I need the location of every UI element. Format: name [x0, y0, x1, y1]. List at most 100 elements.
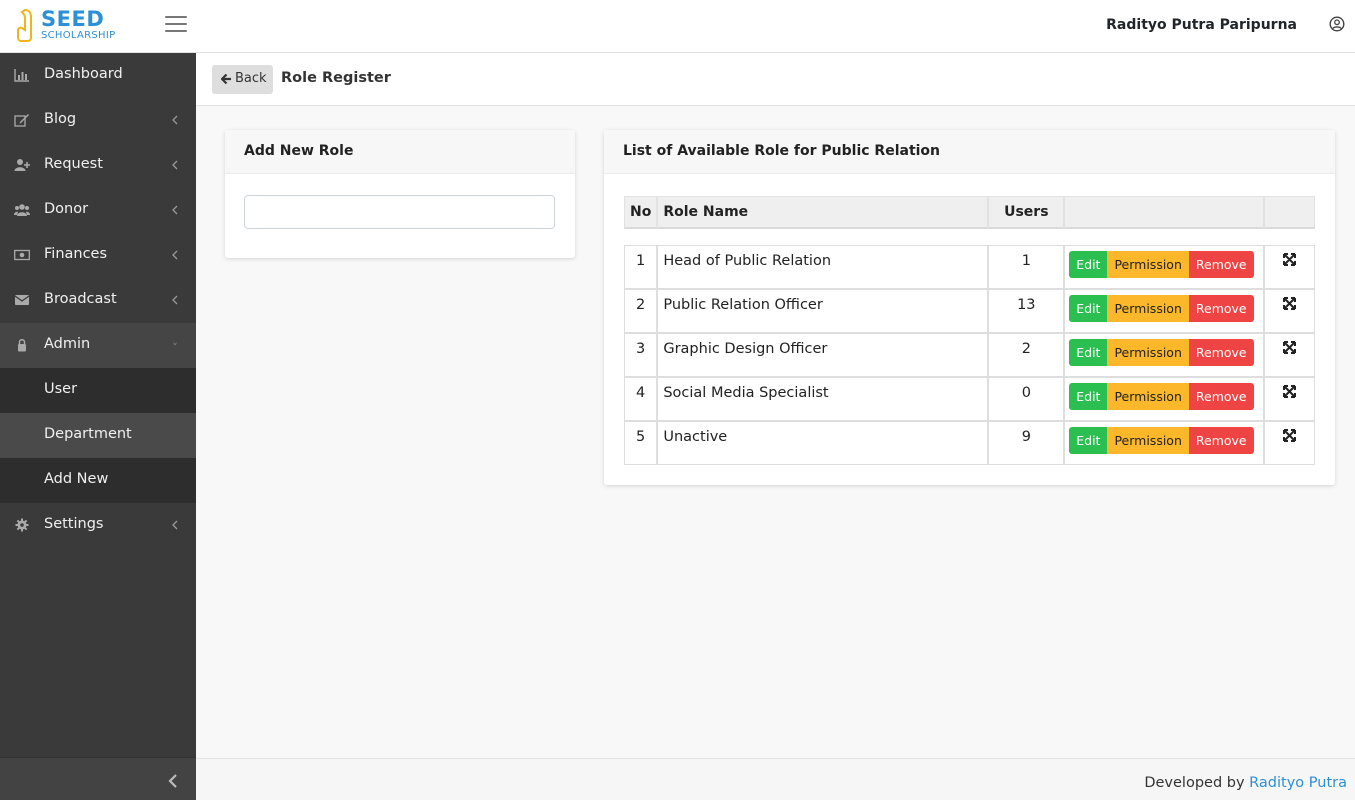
expand-icon[interactable] — [1283, 253, 1297, 266]
back-button[interactable]: Back — [212, 65, 273, 94]
col-header-users[interactable]: Users — [988, 196, 1065, 229]
row-expand-cell — [1264, 245, 1315, 289]
collapse-sidebar-icon[interactable] — [168, 773, 178, 789]
edit-button[interactable]: Edit — [1069, 383, 1108, 410]
chevron-left-icon — [172, 115, 178, 125]
sidebar-item-label: Dashboard — [44, 66, 123, 82]
chevron-down-icon — [173, 342, 177, 346]
footer-credit: Developed by Radityo Putra — [1144, 775, 1347, 791]
back-button-label: Back — [235, 71, 267, 86]
table-row: 3 Graphic Design Officer 2 Edit Permissio… — [624, 333, 1315, 377]
app-logo[interactable]: SEED SCHOLARSHIP — [16, 6, 126, 46]
col-header-expand — [1264, 196, 1315, 229]
edit-icon — [14, 114, 29, 127]
expand-icon[interactable] — [1283, 385, 1297, 398]
card-header: Add New Role — [225, 130, 575, 174]
remove-button[interactable]: Remove — [1188, 295, 1254, 322]
money-icon — [14, 249, 30, 261]
row-expand-cell — [1264, 421, 1315, 465]
row-expand-cell — [1264, 289, 1315, 333]
chevron-left-icon — [172, 295, 178, 305]
sidebar-item-blog[interactable]: Blog — [0, 98, 196, 143]
seed-logo-icon — [17, 8, 32, 42]
sidebar-item-label: Request — [44, 156, 103, 172]
envelope-icon — [14, 295, 30, 305]
chevron-left-icon — [172, 520, 178, 530]
row-number: 1 — [624, 245, 658, 289]
user-circle-icon[interactable] — [1329, 16, 1345, 32]
remove-button[interactable]: Remove — [1188, 383, 1254, 410]
table-header-row: No Role Name Users — [624, 196, 1315, 229]
sidebar-item-broadcast[interactable]: Broadcast — [0, 278, 196, 323]
role-name: Unactive — [657, 421, 989, 465]
col-header-role-name[interactable]: Role Name — [657, 196, 989, 229]
sidebar: Dashboard Blog Request Donor Finances Br… — [0, 53, 196, 800]
remove-button[interactable]: Remove — [1188, 339, 1254, 366]
sidebar-subitem-label: Add New — [44, 471, 109, 487]
row-actions: Edit Permission Remove — [1064, 421, 1265, 465]
lock-icon — [18, 339, 26, 352]
sidebar-item-request[interactable]: Request — [0, 143, 196, 188]
row-actions: Edit Permission Remove — [1064, 377, 1265, 421]
role-table: No Role Name Users 1 Head of Public Rela… — [624, 196, 1315, 465]
bar-chart-icon — [14, 69, 29, 82]
row-actions: Edit Permission Remove — [1064, 289, 1265, 333]
edit-button[interactable]: Edit — [1069, 427, 1108, 454]
role-name: Graphic Design Officer — [657, 333, 989, 377]
expand-icon[interactable] — [1283, 429, 1297, 442]
row-expand-cell — [1264, 333, 1315, 377]
add-role-card: Add New Role — [225, 130, 575, 258]
sidebar-item-settings[interactable]: Settings — [0, 503, 196, 548]
user-count: 13 — [988, 289, 1065, 333]
menu-toggle-icon[interactable] — [165, 16, 187, 36]
role-list-card: List of Available Role for Public Relati… — [604, 130, 1335, 485]
col-header-actions — [1064, 196, 1265, 229]
expand-icon[interactable] — [1283, 341, 1297, 354]
sidebar-subitem-label: Department — [44, 426, 132, 442]
permission-button[interactable]: Permission — [1107, 295, 1189, 322]
table-row: 4 Social Media Specialist 0 Edit Permissi… — [624, 377, 1315, 421]
page-title: Role Register — [281, 70, 391, 86]
sidebar-subitem-department[interactable]: Department — [0, 413, 196, 458]
sidebar-item-donor[interactable]: Donor — [0, 188, 196, 233]
top-header: SEED SCHOLARSHIP Radityo Putra Paripurna — [0, 0, 1355, 53]
col-header-no[interactable]: No — [624, 196, 658, 229]
edit-button[interactable]: Edit — [1069, 251, 1108, 278]
arrow-left-icon — [221, 73, 231, 85]
permission-button[interactable]: Permission — [1107, 339, 1189, 366]
sidebar-item-admin[interactable]: Admin — [0, 323, 196, 368]
edit-button[interactable]: Edit — [1069, 339, 1108, 366]
expand-icon[interactable] — [1283, 297, 1297, 310]
row-actions: Edit Permission Remove — [1064, 245, 1265, 289]
sidebar-footer — [0, 757, 196, 800]
sidebar-item-finances[interactable]: Finances — [0, 233, 196, 278]
permission-button[interactable]: Permission — [1107, 427, 1189, 454]
row-number: 2 — [624, 289, 658, 333]
footer-prefix: Developed by — [1144, 775, 1245, 791]
author-link[interactable]: Radityo Putra — [1249, 775, 1347, 791]
row-number: 4 — [624, 377, 658, 421]
sidebar-item-label: Blog — [44, 111, 77, 127]
row-number: 3 — [624, 333, 658, 377]
logo-title: SEED — [41, 7, 105, 31]
sidebar-item-label: Donor — [44, 201, 89, 217]
row-actions: Edit Permission Remove — [1064, 333, 1265, 377]
remove-button[interactable]: Remove — [1188, 251, 1254, 278]
edit-button[interactable]: Edit — [1069, 295, 1108, 322]
user-count: 1 — [988, 245, 1065, 289]
gear-icon — [15, 518, 29, 532]
sidebar-item-label: Finances — [44, 246, 108, 262]
remove-button[interactable]: Remove — [1188, 427, 1254, 454]
role-name-input[interactable] — [244, 195, 555, 229]
sidebar-item-dashboard[interactable]: Dashboard — [0, 53, 196, 98]
page-footer: Developed by Radityo Putra — [196, 758, 1355, 800]
sidebar-subitem-add-new[interactable]: Add New — [0, 458, 196, 503]
page-header: Back Role Register — [196, 53, 1355, 106]
sidebar-item-label: Admin — [44, 336, 91, 352]
sidebar-subitem-user[interactable]: User — [0, 368, 196, 413]
permission-button[interactable]: Permission — [1107, 383, 1189, 410]
user-name[interactable]: Radityo Putra Paripurna — [1106, 17, 1297, 33]
permission-button[interactable]: Permission — [1107, 251, 1189, 278]
sidebar-item-label: Broadcast — [44, 291, 117, 307]
chevron-left-icon — [172, 160, 178, 170]
